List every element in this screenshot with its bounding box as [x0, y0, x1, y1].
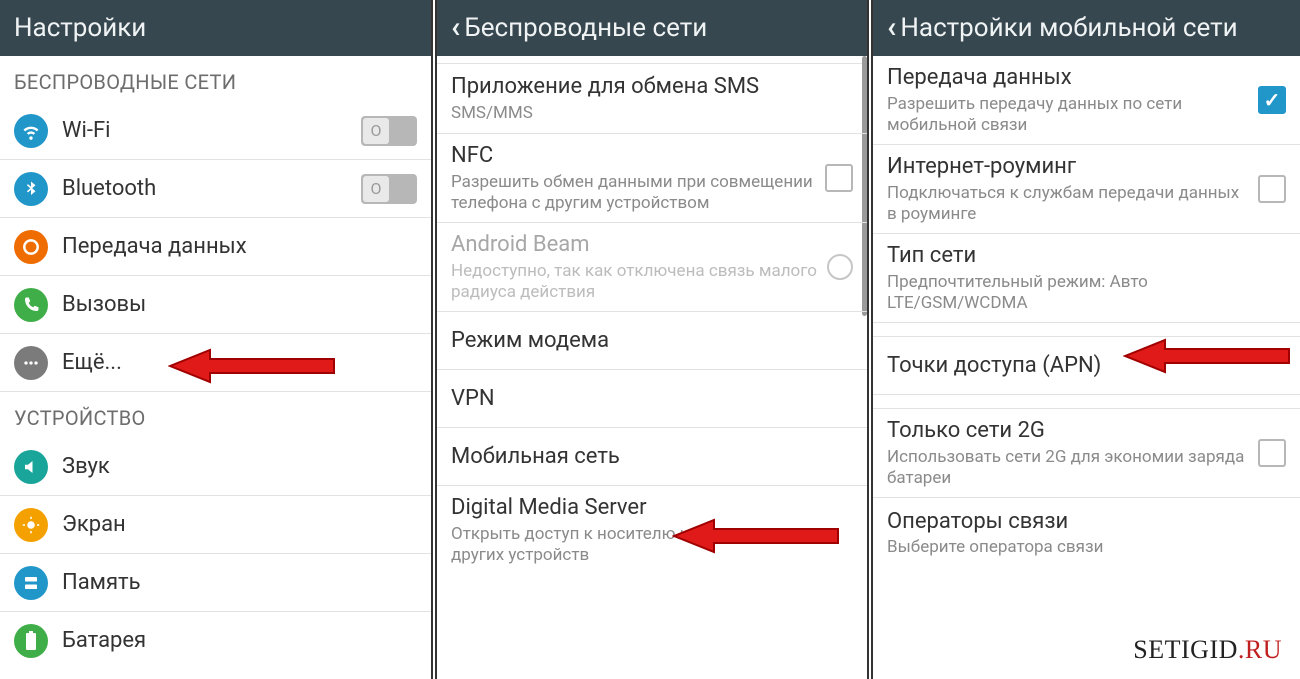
row-label: Wi-Fi	[62, 117, 361, 145]
row-nfc[interactable]: NFC Разрешить обмен данными при совмещен…	[437, 134, 867, 223]
row-label: Ещё...	[62, 349, 417, 377]
watermark-b: .RU	[1238, 635, 1282, 664]
row-battery[interactable]: Батарея	[0, 612, 431, 670]
watermark-a: SETIGID	[1133, 635, 1238, 664]
toggle-knob: O	[363, 176, 389, 202]
row-sub: Выберите оператора связи	[887, 537, 1286, 558]
row-sub: SMS/MMS	[451, 103, 853, 124]
toggle-knob: O	[363, 118, 389, 144]
row-title: NFC	[451, 142, 815, 170]
row-title: VPN	[451, 385, 853, 413]
row-title: Режим модема	[451, 327, 853, 355]
nfc-checkbox[interactable]	[825, 164, 853, 192]
row-network-type[interactable]: Тип сети Предпочтительный режим: Авто LT…	[873, 234, 1300, 323]
header-title: Настройки	[14, 13, 146, 43]
row-data-usage[interactable]: Передача данных	[0, 218, 431, 276]
roaming-checkbox[interactable]	[1258, 175, 1286, 203]
section-wireless: БЕСПРОВОДНЫЕ СЕТИ	[0, 56, 431, 102]
row-bluetooth[interactable]: Bluetooth O	[0, 160, 431, 218]
row-tethering[interactable]: Режим модема	[437, 312, 867, 370]
row-more[interactable]: Ещё...	[0, 334, 431, 392]
brightness-icon	[14, 508, 48, 542]
row-sub: Предпочтительный режим: Авто LTE/GSM/WCD…	[887, 272, 1286, 315]
mobile-network-panel: ‹ Настройки мобильной сети Передача данн…	[873, 0, 1300, 679]
row-storage[interactable]: Память	[0, 554, 431, 612]
row-screen[interactable]: Экран	[0, 496, 431, 554]
row-android-beam: Android Beam Недоступно, так как отключе…	[437, 223, 867, 312]
back-icon[interactable]: ‹	[451, 13, 460, 43]
header-title: Беспроводные сети	[464, 13, 707, 43]
storage-icon	[14, 566, 48, 600]
section-gap	[873, 395, 1300, 409]
header-settings: Настройки	[0, 0, 431, 56]
sound-icon	[14, 450, 48, 484]
row-mobile-network[interactable]: Мобильная сеть	[437, 428, 867, 486]
row-title: Только сети 2G	[887, 417, 1248, 445]
header-mobile-network[interactable]: ‹ Настройки мобильной сети	[873, 0, 1300, 56]
row-title: Тип сети	[887, 242, 1286, 270]
row-label: Вызовы	[62, 291, 417, 319]
row-title: Android Beam	[451, 231, 817, 259]
row-title: Точки доступа (APN)	[887, 352, 1286, 380]
row-roaming[interactable]: Интернет-роуминг Подключаться к службам …	[873, 145, 1300, 234]
row-data-enable[interactable]: Передача данных Разрешить передачу данны…	[873, 56, 1300, 145]
row-title: Интернет-роуминг	[887, 153, 1248, 181]
settings-panel: Настройки БЕСПРОВОДНЫЕ СЕТИ Wi-Fi O Blue…	[0, 0, 431, 679]
spacer	[437, 56, 867, 64]
row-title: Передача данных	[887, 64, 1248, 92]
row-sub: Открыть доступ к носителю информации для…	[451, 524, 853, 567]
section-gap	[873, 323, 1300, 337]
row-2g-only[interactable]: Только сети 2G Использовать сети 2G для …	[873, 409, 1300, 498]
row-sub: Разрешить обмен данными при совмещении т…	[451, 172, 815, 215]
row-label: Память	[62, 569, 417, 597]
row-sub: Использовать сети 2G для экономии заряда…	[887, 447, 1248, 490]
bluetooth-icon	[14, 172, 48, 206]
data-checkbox[interactable]: ✓	[1258, 86, 1286, 114]
wireless-panel: ‹ Беспроводные сети Приложение для обмен…	[437, 0, 867, 679]
row-label: Передача данных	[62, 233, 417, 261]
more-icon	[14, 346, 48, 380]
data-usage-icon	[14, 230, 48, 264]
battery-icon	[14, 624, 48, 658]
row-sms-app[interactable]: Приложение для обмена SMS SMS/MMS	[437, 64, 867, 134]
wifi-toggle[interactable]: O	[361, 116, 417, 146]
watermark: SETIGID.RU	[1133, 635, 1282, 665]
wifi-icon	[14, 114, 48, 148]
row-calls[interactable]: Вызовы	[0, 276, 431, 334]
row-sub: Подключаться к службам передачи данных в…	[887, 183, 1248, 226]
header-wireless[interactable]: ‹ Беспроводные сети	[437, 0, 867, 56]
row-label: Батарея	[62, 627, 417, 655]
row-apn[interactable]: Точки доступа (APN)	[873, 337, 1300, 395]
back-icon[interactable]: ‹	[887, 13, 896, 43]
row-label: Bluetooth	[62, 175, 361, 203]
row-title: Мобильная сеть	[451, 443, 853, 471]
header-title: Настройки мобильной сети	[900, 13, 1237, 43]
row-sub: Разрешить передачу данных по сети мобиль…	[887, 94, 1248, 137]
row-dms[interactable]: Digital Media Server Открыть доступ к но…	[437, 486, 867, 574]
row-title: Digital Media Server	[451, 494, 853, 522]
row-title: Операторы связи	[887, 508, 1286, 536]
row-sound[interactable]: Звук	[0, 438, 431, 496]
row-label: Звук	[62, 453, 417, 481]
phone-icon	[14, 288, 48, 322]
row-sub: Недоступно, так как отключена связь мало…	[451, 261, 817, 304]
row-label: Экран	[62, 511, 417, 539]
row-vpn[interactable]: VPN	[437, 370, 867, 428]
g2-checkbox[interactable]	[1258, 439, 1286, 467]
beam-radio	[827, 254, 853, 280]
row-wifi[interactable]: Wi-Fi O	[0, 102, 431, 160]
row-title: Приложение для обмена SMS	[451, 73, 853, 101]
row-operators[interactable]: Операторы связи Выберите оператора связи	[873, 498, 1300, 568]
section-device: УСТРОЙСТВО	[0, 392, 431, 438]
bluetooth-toggle[interactable]: O	[361, 174, 417, 204]
